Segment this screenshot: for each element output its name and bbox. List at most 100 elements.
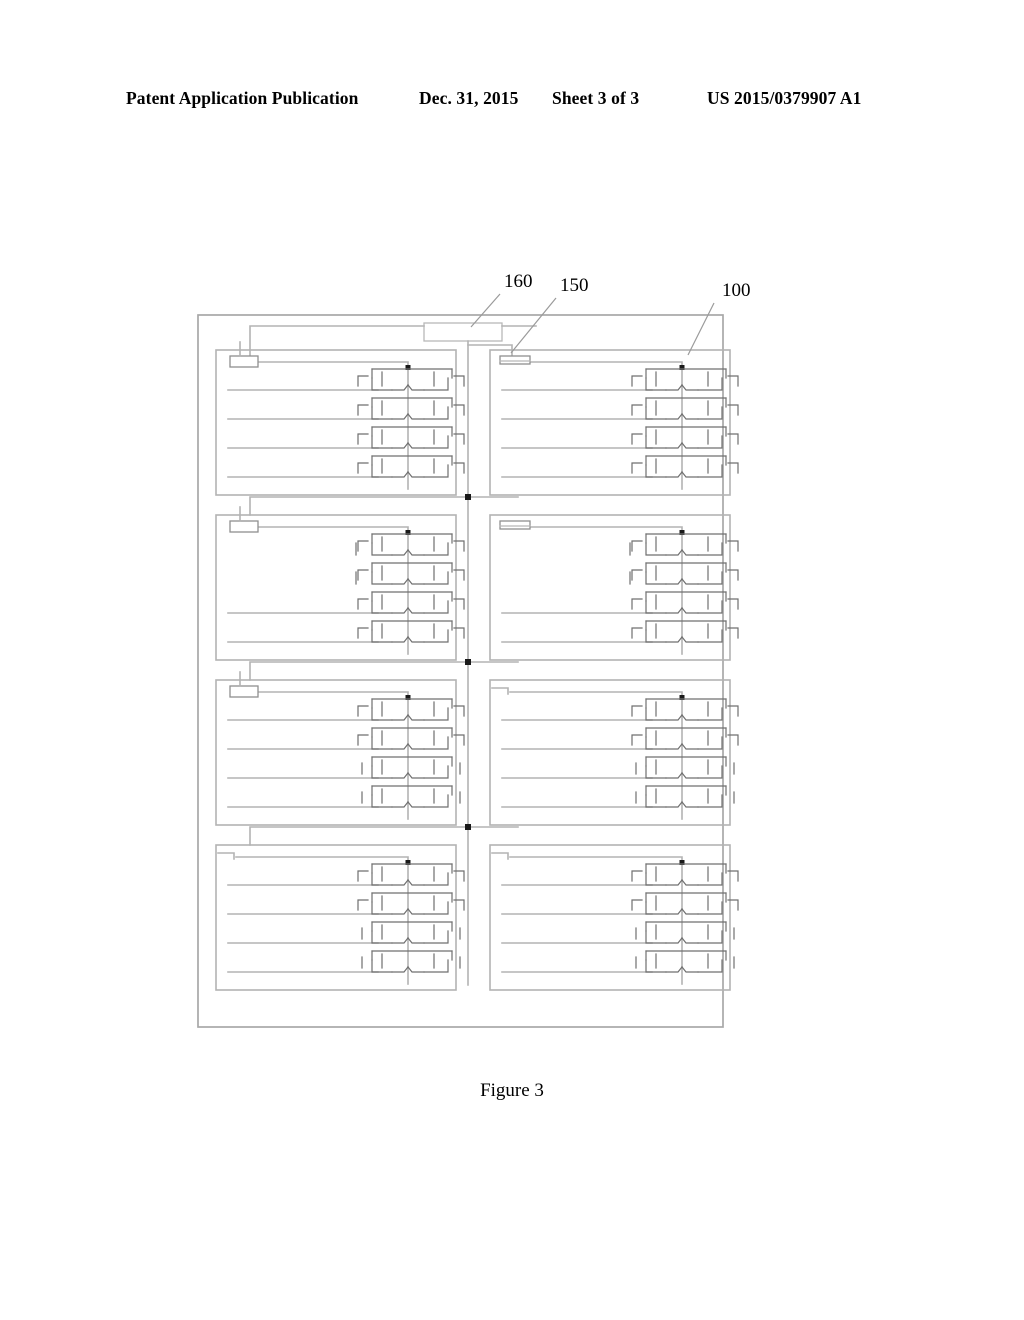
pixel-cell	[631, 397, 739, 420]
pixel-cell	[631, 698, 739, 721]
tft-right-channel	[423, 959, 449, 973]
tft-left-source-tie	[391, 442, 409, 449]
tft-right-channel	[423, 406, 449, 420]
tft-left-source-tie	[665, 471, 683, 478]
pixel-cell	[635, 785, 735, 808]
tft-left-gate-lead	[357, 705, 369, 717]
pixel-cell	[361, 950, 461, 973]
tft-left-source-tie	[391, 908, 409, 915]
outer-panel-frame	[197, 314, 724, 1028]
tft-right-channel	[697, 736, 723, 750]
tft-right-channel	[697, 629, 723, 643]
tft-right-source-tie	[681, 772, 699, 779]
gate-routing-wire	[235, 361, 409, 369]
tft-left-source-tie	[391, 607, 409, 614]
tft-left-source-tie	[391, 471, 409, 478]
row-1-feed-trunk	[249, 325, 425, 357]
outer-frame-layer	[197, 314, 724, 1028]
block-border	[489, 349, 731, 496]
tft-left-source-tie	[665, 801, 683, 808]
tft-right-channel	[423, 707, 449, 721]
tft-left-source-tie	[391, 772, 409, 779]
tft-left-source-tie	[665, 966, 683, 973]
tft-right-source-tie	[681, 636, 699, 643]
tft-left-source-tie	[391, 937, 409, 944]
tft-right-channel	[423, 435, 449, 449]
pixel-cell	[357, 892, 465, 915]
pixel-cell	[357, 368, 465, 391]
tft-right-source-tie	[407, 636, 425, 643]
tft-left-gate-lead	[357, 375, 369, 387]
contact-pad	[499, 355, 531, 365]
tft-right-source-tie	[407, 442, 425, 449]
tft-left-gate-lead	[357, 540, 369, 552]
block-border	[215, 514, 457, 661]
pixel-cell	[361, 785, 461, 808]
row-4-left-branch	[249, 826, 469, 846]
tft-right-channel	[423, 765, 449, 779]
tft-left-source-tie	[665, 772, 683, 779]
tft-left-source-tie	[391, 578, 409, 585]
gate-routing-wire	[509, 691, 683, 699]
display-block-r4c1	[215, 844, 465, 991]
tft-left-gate-lead	[357, 627, 369, 639]
tft-left-gate-lead	[357, 870, 369, 882]
pixel-cell	[631, 591, 739, 614]
tft-right-source-tie	[681, 413, 699, 420]
leader-line-160	[470, 293, 501, 328]
tft-right-channel	[697, 377, 723, 391]
tft-right-channel	[423, 377, 449, 391]
tft-right-source-tie	[407, 607, 425, 614]
tft-right-channel	[697, 435, 723, 449]
tft-left-gate-lead	[631, 540, 643, 552]
tft-right-source-tie	[681, 937, 699, 944]
tft-left-source-tie	[665, 442, 683, 449]
tft-right-channel	[697, 959, 723, 973]
pixel-cell	[631, 727, 739, 750]
tft-right-channel	[697, 930, 723, 944]
tft-right-source-tie	[681, 714, 699, 721]
tft-left-source-tie	[665, 937, 683, 944]
tft-left-gate-lead	[631, 569, 643, 581]
bus-driver-element	[423, 322, 503, 342]
tft-left-gate-lead	[357, 462, 369, 474]
gate-routing-wire	[235, 526, 409, 534]
tft-left-source-tie	[391, 413, 409, 420]
tft-right-channel	[423, 901, 449, 915]
pixel-cell	[357, 455, 465, 478]
tft-right-channel	[697, 901, 723, 915]
tft-right-channel	[697, 872, 723, 886]
display-block-r1c2	[489, 349, 739, 496]
tft-left-gate-lead	[357, 734, 369, 746]
tft-right-source-tie	[407, 937, 425, 944]
block-border	[489, 514, 731, 661]
tft-left-source-tie	[391, 801, 409, 808]
tft-left-source-tie	[391, 636, 409, 643]
tft-left-source-tie	[665, 908, 683, 915]
row-3-left-branch	[249, 661, 469, 681]
tft-right-source-tie	[407, 471, 425, 478]
leader-line-100	[687, 302, 715, 356]
tft-right-source-tie	[681, 578, 699, 585]
contact-pad	[229, 355, 259, 368]
tft-right-channel	[423, 542, 449, 556]
tft-right-channel	[697, 707, 723, 721]
block-border	[489, 844, 731, 991]
pixel-cell	[631, 426, 739, 449]
display-blocks-layer	[215, 341, 739, 991]
pixel-cell	[357, 533, 465, 556]
tft-left-source-tie	[391, 743, 409, 750]
gate-routing-wire	[509, 856, 683, 864]
figure-drawing: 100 150 160	[0, 0, 1024, 1320]
tft-right-source-tie	[407, 966, 425, 973]
tft-left-source-tie	[665, 636, 683, 643]
tft-left-source-tie	[665, 743, 683, 750]
tft-right-source-tie	[681, 966, 699, 973]
pixel-cell	[635, 756, 735, 779]
pixel-cell	[635, 921, 735, 944]
tft-right-source-tie	[681, 908, 699, 915]
display-block-r3c2	[489, 679, 739, 826]
tft-left-gate-lead	[357, 404, 369, 416]
pixel-cell	[357, 562, 465, 585]
pixel-cell	[631, 533, 739, 556]
